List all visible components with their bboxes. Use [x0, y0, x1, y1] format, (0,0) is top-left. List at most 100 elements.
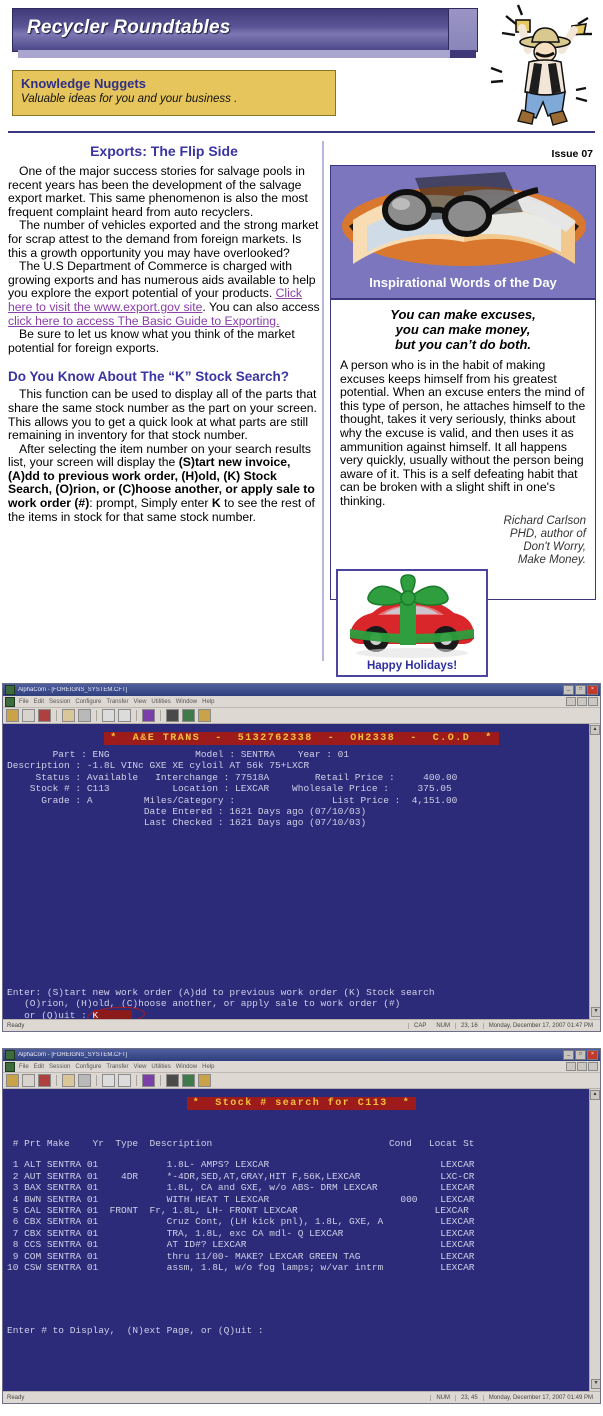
- menu-utilities[interactable]: Utilities: [151, 1064, 170, 1070]
- menu-configure[interactable]: Configure: [75, 699, 101, 705]
- mdi-minimize-button[interactable]: [566, 697, 576, 706]
- basic-guide-exporting-link[interactable]: click here to access The Basic Guide to …: [8, 314, 279, 328]
- terminal2-window-buttons[interactable]: _ □ ×: [563, 1050, 598, 1060]
- disconnect-icon[interactable]: [38, 709, 51, 722]
- print-icon[interactable]: [166, 1074, 179, 1087]
- script-icon[interactable]: [182, 709, 195, 722]
- masthead: Recycler Roundtables Knowledge Nuggets V…: [0, 0, 603, 133]
- menu-session[interactable]: Session: [49, 1064, 70, 1070]
- terminal2-menu-bar[interactable]: File Edit Session Configure Transfer Vie…: [3, 1061, 600, 1073]
- terminal2-toolbar[interactable]: [3, 1073, 600, 1089]
- terminal2-row[interactable]: 10 CSW SENTRA 01 assm, 1.8L, w/o fog lam…: [3, 1262, 600, 1273]
- terminal1-scrollbar[interactable]: ▲ ▼: [589, 724, 600, 1019]
- toolbar-separator: [56, 1075, 57, 1086]
- terminal2-title-bar[interactable]: AlphaCom - [FOREIGNS_SYSTEM.CFT] _ □ ×: [3, 1049, 600, 1061]
- keypad-icon[interactable]: [142, 709, 155, 722]
- menu-file[interactable]: File: [19, 1064, 29, 1070]
- mdi-restore-button[interactable]: [577, 1062, 587, 1071]
- menu-window[interactable]: Window: [176, 1064, 197, 1070]
- terminal-window-2[interactable]: AlphaCom - [FOREIGNS_SYSTEM.CFT] _ □ × F…: [2, 1048, 601, 1404]
- menu-edit[interactable]: Edit: [34, 699, 44, 705]
- disconnect-icon[interactable]: [38, 1074, 51, 1087]
- connect-icon[interactable]: [22, 1074, 35, 1087]
- terminal2-screen[interactable]: * Stock # search for C113 * # Prt Make Y…: [3, 1089, 600, 1391]
- menu-edit[interactable]: Edit: [34, 1064, 44, 1070]
- maximize-button[interactable]: □: [575, 685, 586, 695]
- menu-utilities[interactable]: Utilities: [151, 699, 170, 705]
- script-icon[interactable]: [182, 1074, 195, 1087]
- terminal1-prompt-line-1: Enter: (S)tart new work order (A)dd to p…: [7, 986, 435, 998]
- menu-window[interactable]: Window: [176, 699, 197, 705]
- terminal2-row[interactable]: 1 ALT SENTRA 01 1.8L- AMPS? LEXCAR LEXCA…: [3, 1159, 600, 1170]
- minimize-button[interactable]: _: [563, 1050, 574, 1060]
- terminal1-menu-bar[interactable]: File Edit Session Configure Transfer Vie…: [3, 696, 600, 708]
- mdi-close-button[interactable]: [588, 1062, 598, 1071]
- scroll-up-arrow-icon[interactable]: ▲: [590, 725, 600, 735]
- menu-file[interactable]: File: [19, 699, 29, 705]
- terminal2-row[interactable]: 7 CBX SENTRA 01 TRA, 1.8L, exc CA mdl- Q…: [3, 1228, 600, 1239]
- menu-transfer[interactable]: Transfer: [106, 699, 128, 705]
- snapshot-icon[interactable]: [78, 709, 91, 722]
- knowledge-nuggets-box: Knowledge Nuggets Valuable ideas for you…: [12, 70, 336, 116]
- terminal2-row[interactable]: 6 CBX SENTRA 01 Cruz Cont, (LH kick pnl)…: [3, 1216, 600, 1227]
- terminal2-row[interactable]: 9 COM SENTRA 01 thru 11/00- MAKE? LEXCAR…: [3, 1251, 600, 1262]
- help-icon[interactable]: [198, 709, 211, 722]
- mdi-minimize-button[interactable]: [566, 1062, 576, 1071]
- keypad-icon[interactable]: [142, 1074, 155, 1087]
- terminal1-window-buttons[interactable]: _ □ ×: [563, 685, 598, 695]
- scroll-up-arrow-icon[interactable]: ▲: [590, 1090, 600, 1100]
- connect-icon[interactable]: [22, 709, 35, 722]
- open-folder-icon[interactable]: [6, 1074, 19, 1087]
- help-icon[interactable]: [198, 1074, 211, 1087]
- mdi-close-button[interactable]: [588, 697, 598, 706]
- article1-paragraph-3: The U.S Department of Commerce is charge…: [8, 259, 320, 328]
- menu-help[interactable]: Help: [202, 699, 214, 705]
- close-button[interactable]: ×: [587, 1050, 598, 1060]
- snapshot-icon[interactable]: [78, 1074, 91, 1087]
- inspiration-header-label: Inspirational Words of the Day: [369, 275, 557, 290]
- menu-help[interactable]: Help: [202, 1064, 214, 1070]
- print-icon[interactable]: [166, 709, 179, 722]
- terminal2-row[interactable]: 2 AUT SENTRA 01 4DR *-4DR,SED,AT,GRAY,HI…: [3, 1171, 600, 1182]
- menu-transfer[interactable]: Transfer: [106, 1064, 128, 1070]
- menu-configure[interactable]: Configure: [75, 1064, 101, 1070]
- paste-icon[interactable]: [118, 1074, 131, 1087]
- terminal1-mdi-buttons[interactable]: [566, 697, 598, 706]
- paste-icon[interactable]: [118, 709, 131, 722]
- article1-paragraph-2: The number of vehicles exported and the …: [8, 218, 319, 260]
- close-button[interactable]: ×: [587, 685, 598, 695]
- terminal2-mdi-buttons[interactable]: [566, 1062, 598, 1071]
- terminal2-status-ready: Ready: [7, 1394, 25, 1401]
- copy-icon[interactable]: [102, 709, 115, 722]
- menu-view[interactable]: View: [134, 1064, 147, 1070]
- attribution-line-1: Richard Carlson: [503, 514, 586, 527]
- open-folder-icon[interactable]: [6, 709, 19, 722]
- capture-icon[interactable]: [62, 1074, 75, 1087]
- terminal-window-1[interactable]: AlphaCom - [FOREIGNS_SYSTEM.CFT] _ □ × F…: [2, 683, 601, 1032]
- minimize-button[interactable]: _: [563, 685, 574, 695]
- publication-title: Recycler Roundtables: [27, 17, 231, 38]
- scroll-down-arrow-icon[interactable]: ▼: [591, 1007, 600, 1017]
- terminal1-screen[interactable]: * A&E TRANS - 5132762338 - OH2338 - C.O.…: [3, 724, 600, 1019]
- maximize-button[interactable]: □: [575, 1050, 586, 1060]
- app-icon: [5, 1050, 15, 1060]
- terminal1-input-highlight[interactable]: K: [85, 1004, 146, 1019]
- column-divider: [322, 141, 324, 661]
- menu-session[interactable]: Session: [49, 699, 70, 705]
- menu-view[interactable]: View: [134, 699, 147, 705]
- terminal1-title-bar[interactable]: AlphaCom - [FOREIGNS_SYSTEM.CFT] _ □ ×: [3, 684, 600, 696]
- scroll-down-arrow-icon[interactable]: ▼: [591, 1379, 600, 1389]
- issue-number: Issue 07: [551, 148, 593, 160]
- copy-icon[interactable]: [102, 1074, 115, 1087]
- terminal1-status-timestamp: Monday, December 17, 2007 01:47 PM: [482, 1022, 598, 1029]
- mdi-restore-button[interactable]: [577, 697, 587, 706]
- terminal2-row[interactable]: 3 BAX SENTRA 01 1.8L, CA and GXE, w/o AB…: [3, 1182, 600, 1193]
- cheering-cowboy-illustration: [472, 2, 598, 130]
- terminal2-scrollbar[interactable]: ▲ ▼: [589, 1089, 600, 1391]
- terminal2-row[interactable]: 8 CCS SENTRA 01 AT ID#? LEXCAR LEXCAR: [3, 1239, 600, 1250]
- article1-paragraph-1: One of the major success stories for sal…: [8, 164, 308, 219]
- terminal1-toolbar[interactable]: [3, 708, 600, 724]
- terminal2-row[interactable]: 4 BWN SENTRA 01 WITH HEAT T LEXCAR 000 L…: [3, 1194, 600, 1205]
- terminal2-row[interactable]: 5 CAL SENTRA 01 FRONT Fr, 1.8L, LH- FRON…: [3, 1205, 600, 1216]
- capture-icon[interactable]: [62, 709, 75, 722]
